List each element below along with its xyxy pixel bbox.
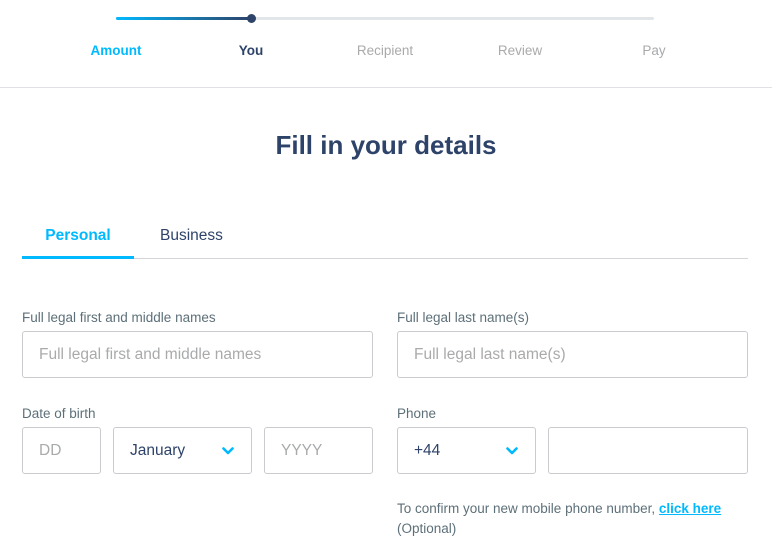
chevron-down-icon [222,447,234,455]
phone-country-code-select[interactable]: +44 [397,427,536,474]
tab-business[interactable]: Business [160,227,223,245]
step-you: You [238,43,264,58]
last-names-placeholder: Full legal last name(s) [414,345,566,363]
last-names-input[interactable]: Full legal last name(s) [397,331,748,378]
confirm-phone-link[interactable]: click here [659,501,721,516]
helper-text: To confirm your new mobile phone number, [397,501,659,516]
first-names-placeholder: Full legal first and middle names [39,345,262,363]
first-names-input[interactable]: Full legal first and middle names [22,331,373,378]
progress-stepper: Amount You Recipient Review Pay [0,0,772,88]
phone-number-input[interactable] [548,427,748,474]
dob-day-placeholder: DD [39,441,62,459]
phone-confirm-helper: To confirm your new mobile phone number,… [397,499,737,539]
step-recipient: Recipient [356,43,414,58]
account-type-tabs: Personal Business [22,215,748,259]
first-names-label: Full legal first and middle names [22,310,216,325]
chevron-down-icon [506,447,518,455]
page-title: Fill in your details [275,130,497,160]
progress-current-dot [246,14,256,23]
step-pay: Pay [642,43,666,58]
dob-year-input[interactable]: YYYY [264,427,373,474]
dob-month-select[interactable]: January [113,427,252,474]
progress-fill [116,17,251,20]
dob-year-placeholder: YYYY [281,441,323,459]
phone-label: Phone [397,406,437,421]
last-names-label: Full legal last name(s) [397,310,530,325]
dob-label: Date of birth [22,406,96,421]
helper-optional: (Optional) [397,521,457,536]
step-review: Review [497,43,543,58]
dob-month-value: January [130,441,186,459]
tab-personal[interactable]: Personal [22,227,134,259]
step-amount[interactable]: Amount [91,43,142,58]
phone-country-code-value: +44 [414,441,441,459]
dob-day-input[interactable]: DD [22,427,101,474]
progress-track [116,14,654,23]
